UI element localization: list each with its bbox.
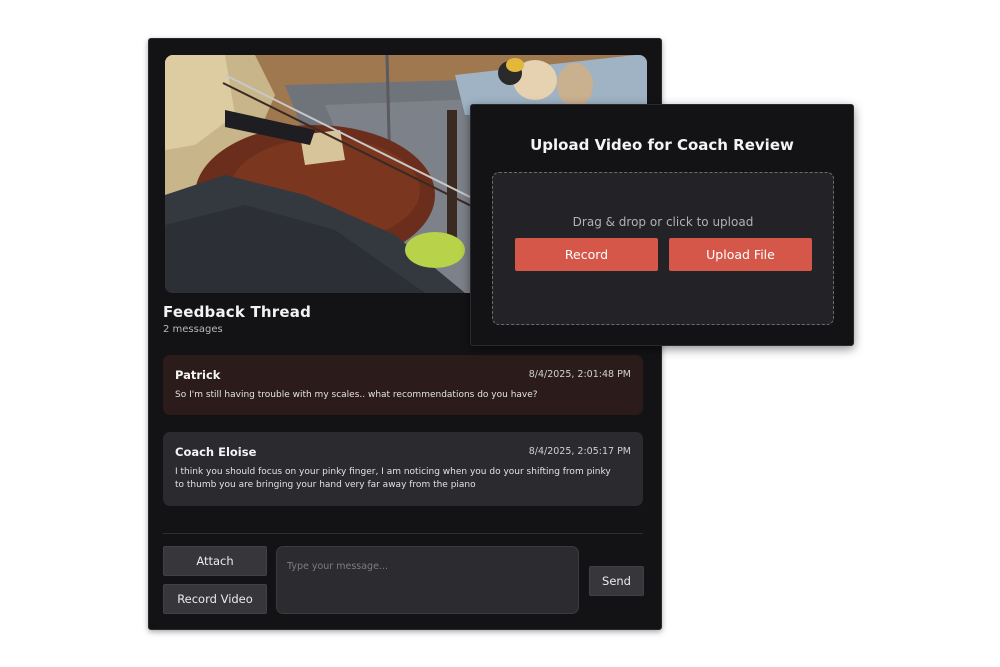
message-author: Coach Eloise [175,445,257,459]
upload-title: Upload Video for Coach Review [530,136,794,154]
record-button[interactable]: Record [515,238,658,271]
message-card: Coach Eloise 8/4/2025, 2:05:17 PM I thin… [163,432,643,506]
message-author: Patrick [175,368,221,382]
thread-title: Feedback Thread [163,303,312,321]
send-button[interactable]: Send [589,566,644,596]
attach-button[interactable]: Attach [163,546,267,576]
composer-divider [163,533,643,534]
upload-dropzone[interactable]: Drag & drop or click to upload Record Up… [492,172,834,325]
message-text: I think you should focus on your pinky f… [175,467,611,490]
record-video-button[interactable]: Record Video [163,584,267,614]
message-card: Patrick 8/4/2025, 2:01:48 PM So I'm stil… [163,355,643,415]
upload-file-button[interactable]: Upload File [669,238,812,271]
message-timestamp: 8/4/2025, 2:05:17 PM [528,446,631,457]
message-text: So I'm still having trouble with my scal… [175,390,538,400]
message-count: 2 messages [163,324,223,335]
message-input[interactable] [276,546,579,614]
message-timestamp: 8/4/2025, 2:01:48 PM [528,369,631,380]
dropzone-text: Drag & drop or click to upload [572,215,754,229]
upload-dialog: Upload Video for Coach Review Drag & dro… [470,104,854,346]
